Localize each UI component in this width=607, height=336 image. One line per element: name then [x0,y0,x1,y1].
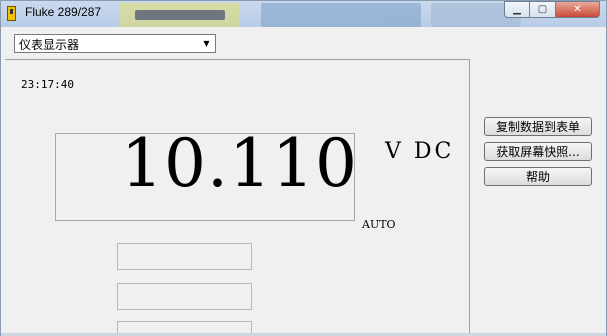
view-select-value: 仪表显示器 [19,38,80,52]
client-area: 仪表显示器 ▼ 23:17:40 10.110 V DC AUTO 复制数据到表… [1,27,606,335]
timestamp: 23:17:40 [21,78,74,91]
primary-reading: 10.110 [121,125,358,202]
secondary-display-2 [117,283,252,310]
window-title: Fluke 289/287 [25,5,102,19]
fluke-app-icon [7,6,16,21]
close-icon[interactable]: ✕ [556,1,600,18]
reading-unit: V DC [385,139,455,164]
chevron-down-icon[interactable]: ▼ [200,37,213,50]
help-button[interactable]: 帮助 [484,167,592,186]
minimize-icon[interactable]: ▁ [504,1,530,18]
range-mode: AUTO [362,218,396,231]
secondary-display-1 [117,243,252,270]
maximize-icon[interactable]: ▢ [530,1,556,18]
title-bar[interactable]: Fluke 289/287 ▁ ▢ ✕ [1,1,606,27]
app-window: Fluke 289/287 ▁ ▢ ✕ 仪表显示器 ▼ 23:17:40 10.… [0,0,607,336]
view-select[interactable]: 仪表显示器 ▼ [14,34,216,53]
copy-to-sheet-button[interactable]: 复制数据到表单 [484,117,592,136]
screenshot-button[interactable]: 获取屏幕快照... [484,142,592,161]
caption-buttons: ▁ ▢ ✕ [504,1,600,19]
